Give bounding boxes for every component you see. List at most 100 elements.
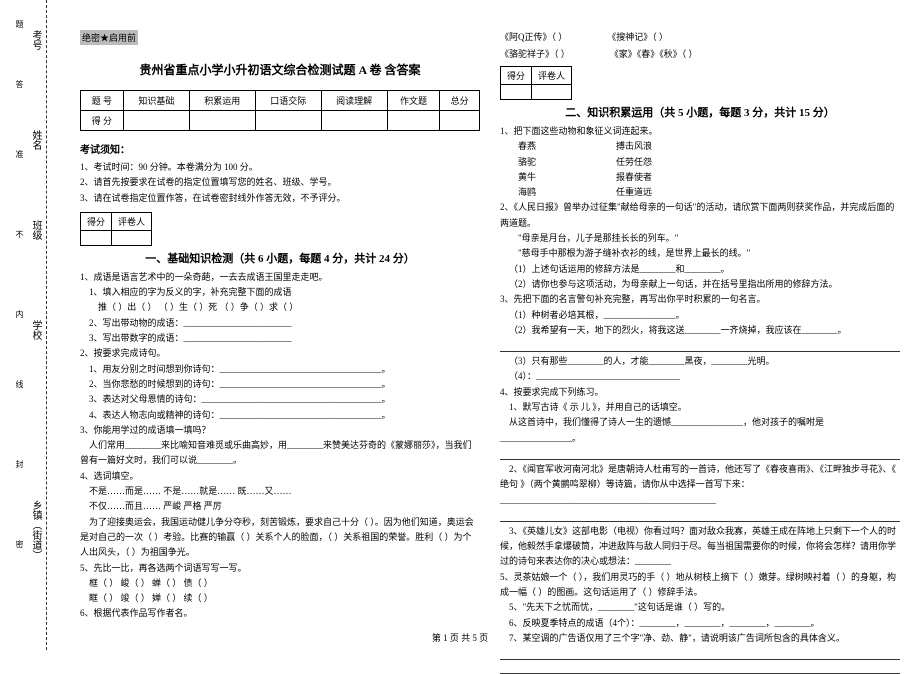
cell-marker: 评卷人 — [532, 67, 572, 85]
answer-line — [500, 510, 900, 522]
q2b: 2、当你悲愁的时候想到的诗句：_________________________… — [80, 377, 480, 392]
s2q3: 3、先把下面的名言警句补充完整，再写出你平时积累的一句名言。 — [500, 292, 900, 307]
th-total: 总分 — [440, 91, 480, 111]
s2q3a: （1）种树者必培其根，________________。 — [500, 308, 900, 323]
marker-table: 得分评卷人 — [80, 212, 152, 246]
s2q5a: 5、"先天下之忧而忧，________"这句话是谁（ ）写的。 — [500, 600, 900, 615]
s2q4b: 从这首诗中，我们懂得了诗人一生的遗憾________________，他对孩子的… — [500, 415, 900, 446]
seal-word-5: 内 — [14, 310, 25, 324]
page-footer: 第 1 页 共 5 页 — [0, 631, 920, 644]
td-blank — [189, 111, 255, 131]
cell-blank — [501, 85, 532, 100]
q5b: 眶（ ） 竣（ ） 婵（ ） 续（ ） — [80, 591, 480, 606]
td-blank — [255, 111, 321, 131]
notice-1: 1、考试时间：90 分钟。本卷满分为 100 分。 — [80, 160, 480, 175]
q2: 2、按要求完成诗句。 — [80, 346, 480, 361]
table-row: 题 号 知识基础 积累运用 口语交际 阅读理解 作文题 总分 — [81, 91, 480, 111]
th-basic: 知识基础 — [123, 91, 189, 111]
q2a: 1、用友分别之时间想到你诗句：_________________________… — [80, 362, 480, 377]
td-blank — [387, 111, 440, 131]
q4c: 为了迎接奥运会，我国运动健儿争分夺秒，刻苦锻炼，要求自己十分（ ）。因为他们知道… — [80, 515, 480, 561]
cell-blank — [112, 230, 152, 245]
meaning-1: 搏击风浪 — [616, 139, 652, 154]
animal-1: 春燕 — [518, 139, 536, 154]
meaning-2: 任劳任怨 — [616, 155, 652, 170]
s2q2d: （2）请你也参与这项活动，为母亲献上一句话，并在括号里指出所用的修辞方法。 — [500, 277, 900, 292]
notice-2: 2、请首先按要求在试卷的指定位置填写您的姓名、班级、学号。 — [80, 175, 480, 190]
td-blank — [440, 111, 480, 131]
book-2: 《搜神记》（ ） — [607, 30, 668, 43]
q4a: 不是……而是…… 不是……就是…… 既……又…… — [80, 484, 480, 499]
seal-word-3: 准 — [14, 150, 25, 164]
animal-3: 黄牛 — [518, 170, 536, 185]
q3a: 人们常用________来比喻知音难觅或乐曲高妙，用________来赞美达芬奇… — [80, 438, 480, 469]
side-class: 班级 — [28, 220, 43, 240]
s2q4d: 3、《英雄儿女》这部电影（电视）你看过吗？面对敌众我寡，英雄王成在阵地上只剩下一… — [500, 524, 900, 570]
animals-col: 春燕 骆驼 黄牛 海鸥 — [518, 139, 536, 200]
notice-head: 考试须知： — [80, 141, 480, 156]
main-content: 绝密★启用前 贵州省重点小学小升初语文综合检测试题 A 卷 含答案 题 号 知识… — [60, 0, 920, 650]
meaning-3: 报春使者 — [616, 170, 652, 185]
q1c: 3、写出带数字的成语：________________________ — [80, 331, 480, 346]
th-accum: 积累运用 — [189, 91, 255, 111]
th-oral: 口语交际 — [255, 91, 321, 111]
section-2-title: 二、知识积累运用（共 5 小题，每题 3 分，共计 15 分） — [500, 104, 900, 120]
meaning-4: 任重道远 — [616, 185, 652, 200]
side-town: 乡镇（街道） — [28, 500, 43, 560]
answer-line — [500, 340, 900, 352]
book-3: 《骆驼祥子》（ ） — [500, 47, 570, 60]
cell-blank — [81, 230, 112, 245]
dashed-rule — [46, 0, 47, 650]
s2q1: 1、把下面这些动物和象征义词连起来。 — [500, 124, 900, 139]
q3: 3、你能用学过的成语填一填吗？ — [80, 423, 480, 438]
answer-line — [500, 448, 900, 460]
q5a: 框（ ） 峻（ ） 蝉（ ） 债（ ） — [80, 576, 480, 591]
q4b: 不仅……而且…… 严峻 严格 严厉 — [80, 499, 480, 514]
book-1: 《阿Q正传》（ ） — [500, 30, 567, 43]
q1: 1、成语是语言艺术中的一朵奇葩，一去去成语王国里走走吧。 — [80, 270, 480, 285]
s2q4: 4、按要求完成下列练习。 — [500, 385, 900, 400]
left-column: 绝密★启用前 贵州省重点小学小升初语文综合检测试题 A 卷 含答案 题 号 知识… — [70, 30, 490, 630]
seal-word-1: 题 — [14, 20, 25, 34]
seal-word-4: 不 — [14, 230, 25, 244]
secret-mark: 绝密★启用前 — [80, 30, 138, 45]
s2q4a: 1、默写古诗《 示 儿 》，并用自己的话填空。 — [500, 400, 900, 415]
th-writing: 作文题 — [387, 91, 440, 111]
s2q2a: "母亲是月台，儿子是那挂长长的列车。" — [500, 231, 900, 246]
books-row-1: 《阿Q正传》（ ） 《搜神记》（ ） — [500, 30, 900, 43]
s2q3d: （4）：________________________________ — [500, 369, 900, 384]
q5: 5、先比一比，再各选两个词语写写一写。 — [80, 561, 480, 576]
th-reading: 阅读理解 — [321, 91, 387, 111]
q6: 6、根据代表作品写作者名。 — [80, 606, 480, 621]
animal-2: 骆驼 — [518, 155, 536, 170]
s2q2b: "慈母手中那根为游子缝补衣衫的线，是世界上最长的线。" — [500, 246, 900, 261]
s2q3c: （3）只有那些________的人，才能________黑夜，________光… — [500, 354, 900, 369]
table-row: 得 分 — [81, 111, 480, 131]
q1a: 1、填入相应的字为反义的字，补充完整下面的成语 — [80, 285, 480, 300]
seal-word-7: 封 — [14, 460, 25, 474]
td-blank — [321, 111, 387, 131]
s2q4c: 2、《闻官军收河南河北》是唐朝诗人杜甫写的一首诗，他还写了《春夜喜雨》、《江畔独… — [500, 462, 900, 508]
q4: 4、选词填空。 — [80, 469, 480, 484]
cell-marker: 评卷人 — [112, 212, 152, 230]
td-score-label: 得 分 — [81, 111, 124, 131]
q1a1: 推（ ）出（ ） （ ）生（ ）死 （ ）争（ ）求（ ） — [80, 300, 480, 315]
meanings-col: 搏击风浪 任劳任怨 报春使者 任重道远 — [616, 139, 652, 200]
side-school: 学校 — [28, 320, 43, 340]
connect-columns: 春燕 骆驼 黄牛 海鸥 搏击风浪 任劳任怨 报春使者 任重道远 — [518, 139, 900, 200]
side-exam-number: 考号 — [28, 30, 43, 50]
td-blank — [123, 111, 189, 131]
q1b: 2、写出带动物的成语：________________________ — [80, 316, 480, 331]
s2q2c: （1）上述句话运用的修辞方法是________和________。 — [500, 262, 900, 277]
cell-blank — [532, 85, 572, 100]
book-4: 《家》《春》《秋》（ ） — [610, 47, 698, 60]
cell-score: 得分 — [81, 212, 112, 230]
q2d: 4、表达人物志向或精神的诗句：_________________________… — [80, 408, 480, 423]
score-table: 题 号 知识基础 积累运用 口语交际 阅读理解 作文题 总分 得 分 — [80, 90, 480, 131]
right-column: 《阿Q正传》（ ） 《搜神记》（ ） 《骆驼祥子》（ ） 《家》《春》《秋》（ … — [490, 30, 910, 630]
binding-margin: 考号 姓名 班级 学校 乡镇（街道） 题 答 准 不 内 线 封 密 — [0, 0, 60, 650]
seal-word-2: 答 — [14, 80, 25, 94]
animal-4: 海鸥 — [518, 185, 536, 200]
paper-title: 贵州省重点小学小升初语文综合检测试题 A 卷 含答案 — [80, 61, 480, 78]
side-name: 姓名 — [28, 130, 43, 150]
